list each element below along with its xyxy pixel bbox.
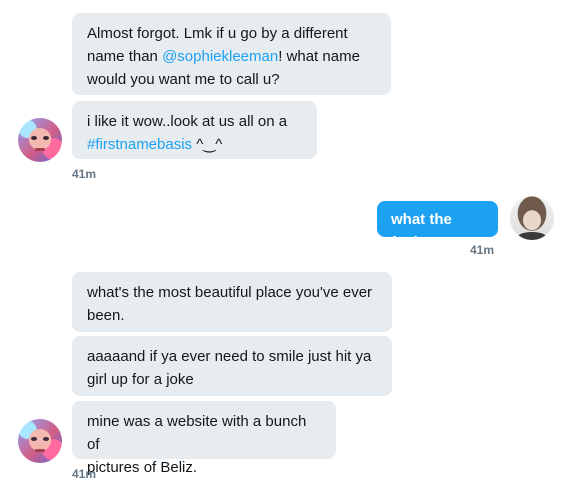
message-timestamp: 41m xyxy=(470,243,495,257)
message-bubble[interactable]: i like it wow..look at us all on a #firs… xyxy=(72,101,317,159)
mention-link[interactable]: @sophiekleeman xyxy=(162,48,278,65)
message-text: mine was a website with a bunch of xyxy=(87,413,307,453)
message-timestamp: 41m xyxy=(72,467,97,481)
sender-avatar[interactable] xyxy=(18,118,62,162)
hashtag-link[interactable]: #firstnamebasis xyxy=(87,136,192,153)
message-text: been. xyxy=(87,307,125,324)
avatar-eye-icon xyxy=(43,437,49,441)
message-text: what's the most beautiful place you've e… xyxy=(87,284,373,301)
avatar-shoulders-icon xyxy=(516,232,548,240)
avatar-eye-icon xyxy=(43,136,49,140)
message-text: i like it wow..look at us all on a xyxy=(87,113,288,130)
avatar-mouth-icon xyxy=(35,148,45,151)
message-text: Almost forgot. Lmk if u go by a differen… xyxy=(87,25,348,42)
message-text: #firstnamebasis ^‿^ xyxy=(87,136,223,153)
message-text: name than @sophiekleeman! what name xyxy=(87,48,360,65)
message-bubble[interactable]: mine was a website with a bunch of pictu… xyxy=(72,401,336,476)
avatar-eye-icon xyxy=(31,136,37,140)
message-bubble[interactable]: what's the most beautiful place you've e… xyxy=(72,272,392,332)
message-text: pictures of Beliz. xyxy=(87,459,198,476)
message-bubble[interactable]: aaaaand if ya ever need to smile just hi… xyxy=(72,336,392,396)
message-text: would you want me to call u? xyxy=(87,71,280,88)
avatar-mouth-icon xyxy=(35,449,45,452)
sent-message-bubble[interactable]: what the fuck xyxy=(377,201,498,251)
message-text: girl up for a joke xyxy=(87,371,194,388)
avatar-eye-icon xyxy=(31,437,37,441)
sender-avatar[interactable] xyxy=(18,419,62,463)
message-bubble[interactable]: Almost forgot. Lmk if u go by a differen… xyxy=(72,13,391,95)
message-timestamp: 41m xyxy=(72,167,97,181)
own-avatar[interactable] xyxy=(510,196,554,240)
message-text: aaaaand if ya ever need to smile just hi… xyxy=(87,348,372,365)
